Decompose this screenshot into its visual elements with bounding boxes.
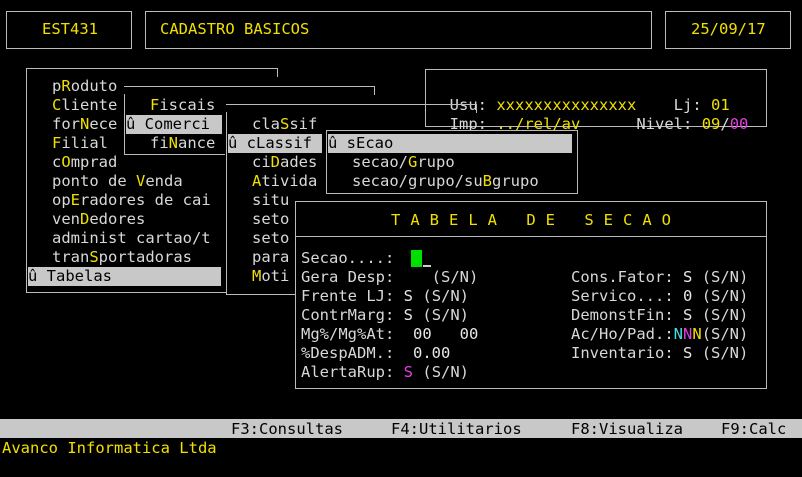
field-demonstfin-value[interactable]: S <box>683 306 692 324</box>
field-cons-fator-value[interactable]: S <box>683 268 692 286</box>
menu-item-filial[interactable]: Filial <box>52 134 108 153</box>
field-secao: Secao....: <box>301 249 394 268</box>
menu-item-produto[interactable]: pRoduto <box>52 77 117 96</box>
secao-input-cursor[interactable] <box>411 250 422 267</box>
menu-item-vendedores[interactable]: venDedores <box>52 210 145 229</box>
field-inventario: Inventario: S (S/N) <box>571 344 749 362</box>
f9-calc[interactable]: F9:Calc <box>721 420 786 438</box>
menu-item-fornece[interactable]: forNece <box>52 115 117 134</box>
field-alertarup: AlertaRup: S (S/N) <box>301 363 470 381</box>
main-menu-frame-left <box>26 76 27 292</box>
menu-item-tabelas[interactable]: û Tabelas <box>28 267 221 286</box>
secao-input-underline <box>423 265 431 267</box>
dialog-title: TABELA DE SECAO <box>391 211 681 229</box>
user-info-line-2: Imp: ../rel/av Nivel: 09/00 <box>431 97 749 133</box>
submenu1-item-finance[interactable]: fiNance <box>150 134 215 153</box>
field-inventario-value[interactable]: S <box>683 344 692 362</box>
field-mg-value[interactable]: 00 00 <box>413 325 478 343</box>
submenu2-item-seto-2[interactable]: seto <box>252 229 289 248</box>
program-code: EST431 <box>42 20 98 38</box>
field-demonstfin: DemonstFin: S (S/N) <box>571 306 749 324</box>
field-servico: Servico...: 0 (S/N) <box>571 287 749 305</box>
menu-item-cliente[interactable]: Cliente <box>52 96 117 115</box>
f3-consultas[interactable]: F3:Consultas <box>231 420 343 438</box>
dialog-divider <box>295 236 767 237</box>
submenu2-item-seto-1[interactable]: seto <box>252 210 289 229</box>
field-frente-lj: Frente LJ: S (S/N) <box>301 287 470 305</box>
f4-utilitarios[interactable]: F4:Utilitarios <box>391 420 522 438</box>
submenu2-item-atividades[interactable]: Ativida <box>252 172 317 191</box>
company-name: Avanco Informatica Ltda <box>2 439 217 457</box>
nivel-sep: / <box>720 115 730 133</box>
submenu2-item-cidades[interactable]: ciDades <box>252 153 317 172</box>
date: 25/09/17 <box>691 20 766 38</box>
field-frente-lj-value[interactable]: S <box>404 287 413 305</box>
field-servico-value[interactable]: 0 <box>683 287 692 305</box>
submenu1-item-comerci[interactable]: û Comerci <box>126 115 222 134</box>
submenu3-item-secao[interactable]: û sEcao <box>328 134 572 153</box>
nivel-label: Nivel: <box>636 115 693 133</box>
main-menu-frame-bottom <box>26 292 226 293</box>
function-key-bar: F3:Consultas F4:Utilitarios F8:Visualiza… <box>0 419 802 438</box>
field-alertarup-value[interactable]: S <box>404 363 413 381</box>
field-mg: Mg%/Mg%At: 00 00 <box>301 325 479 343</box>
submenu2-item-classif-selected[interactable]: û cLassif <box>228 134 322 153</box>
submenu1-item-fiscais[interactable]: Fiscais <box>150 96 215 115</box>
menu-item-administ-cartao[interactable]: administ cartao/t <box>52 229 211 248</box>
submenu3-item-secao-grupo-subgrupo[interactable]: secao/grupo/suBgrupo <box>352 172 539 191</box>
menu-item-operadores[interactable]: opEradores de cai <box>52 191 211 210</box>
menu-item-comprad[interactable]: cOmprad <box>52 153 117 172</box>
field-ac-ho-pad: Ac/Ho/Pad.:NNN(S/N) <box>571 325 749 343</box>
field-secao-label: Secao....: <box>301 249 395 267</box>
field-despadm: %DespADM.: 0.00 <box>301 344 451 362</box>
f8-visualiza[interactable]: F8:Visualiza <box>571 420 683 438</box>
field-contrmarg: ContrMarg: S (S/N) <box>301 306 470 324</box>
submenu2-item-classif[interactable]: claSsif <box>252 115 317 134</box>
field-gera-desp: Gera Desp: (S/N) <box>301 268 479 286</box>
menu-item-ponto-de-venda[interactable]: ponto de Venda <box>52 172 183 191</box>
field-despadm-value[interactable]: 0.00 <box>413 344 450 362</box>
field-cons-fator: Cons.Fator: S (S/N) <box>571 268 749 286</box>
nivel-value-b: 00 <box>729 115 749 133</box>
field-contrmarg-value[interactable]: S <box>404 306 413 324</box>
main-menu-frame-top <box>26 68 278 77</box>
submenu2-item-situ[interactable]: situ <box>252 191 289 210</box>
submenu2-item-moti[interactable]: Moti <box>252 267 289 286</box>
screen-title: CADASTRO BASICOS <box>160 20 310 38</box>
menu-item-transportadoras[interactable]: tranSportadoras <box>52 248 192 267</box>
submenu2-item-para[interactable]: para <box>252 248 289 267</box>
field-ac-ho-pad-value[interactable]: NNN <box>674 325 702 343</box>
submenu3-item-secao-grupo[interactable]: secao/Grupo <box>352 153 455 172</box>
nivel-value-a: 09 <box>701 115 721 133</box>
